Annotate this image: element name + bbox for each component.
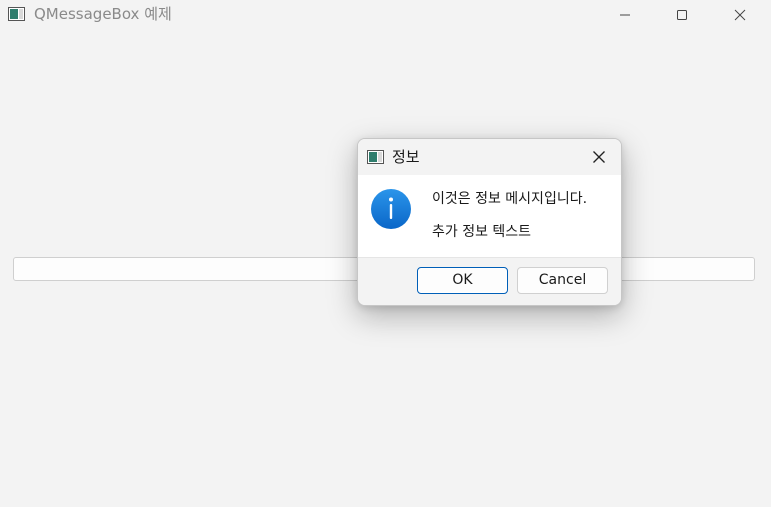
- maximize-icon: [677, 10, 687, 20]
- dialog-titlebar[interactable]: 정보: [358, 139, 621, 175]
- window-titlebar[interactable]: QMessageBox 예제: [0, 0, 771, 32]
- window-app-icon: [8, 7, 25, 21]
- dialog-body: 이것은 정보 메시지입니다. 추가 정보 텍스트: [358, 175, 621, 257]
- dialog-button-box: OK Cancel: [358, 257, 621, 305]
- dialog-app-icon: [367, 150, 384, 164]
- minimize-button[interactable]: [602, 0, 648, 30]
- maximize-button[interactable]: [659, 0, 705, 30]
- message-text: 이것은 정보 메시지입니다.: [432, 191, 588, 207]
- close-icon: [734, 9, 746, 21]
- ok-button[interactable]: OK: [417, 267, 508, 294]
- information-icon: [371, 189, 411, 229]
- cancel-button[interactable]: Cancel: [517, 267, 608, 294]
- message-box-dialog: 정보 이것은 정보 메시지입니다. 추가 정보 텍스트 OK Cancel: [357, 138, 622, 306]
- close-icon: [593, 151, 605, 163]
- dialog-title: 정보: [392, 148, 420, 166]
- dialog-close-button[interactable]: [584, 143, 614, 171]
- informative-text: 추가 정보 텍스트: [432, 224, 532, 240]
- window-title: QMessageBox 예제: [34, 5, 172, 23]
- minimize-icon: [620, 14, 630, 16]
- close-button[interactable]: [717, 0, 763, 30]
